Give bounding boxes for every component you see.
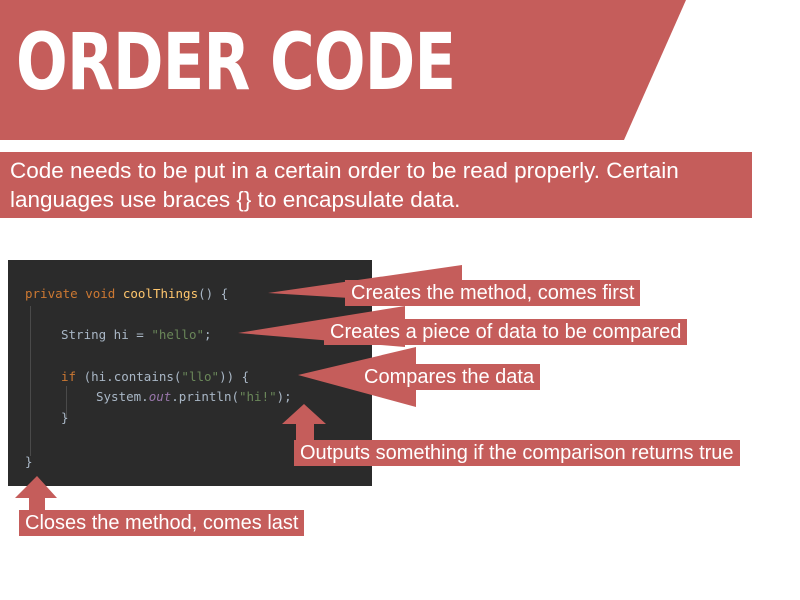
- label-method: Creates the method, comes first: [345, 280, 641, 306]
- arrow-output: [282, 404, 326, 443]
- label-compare: Compares the data: [358, 364, 541, 390]
- label-output: Outputs something if the comparison retu…: [294, 440, 740, 466]
- label-data: Creates a piece of data to be compared: [324, 319, 688, 345]
- arrow-close: [15, 476, 57, 512]
- label-close: Closes the method, comes last: [19, 510, 305, 536]
